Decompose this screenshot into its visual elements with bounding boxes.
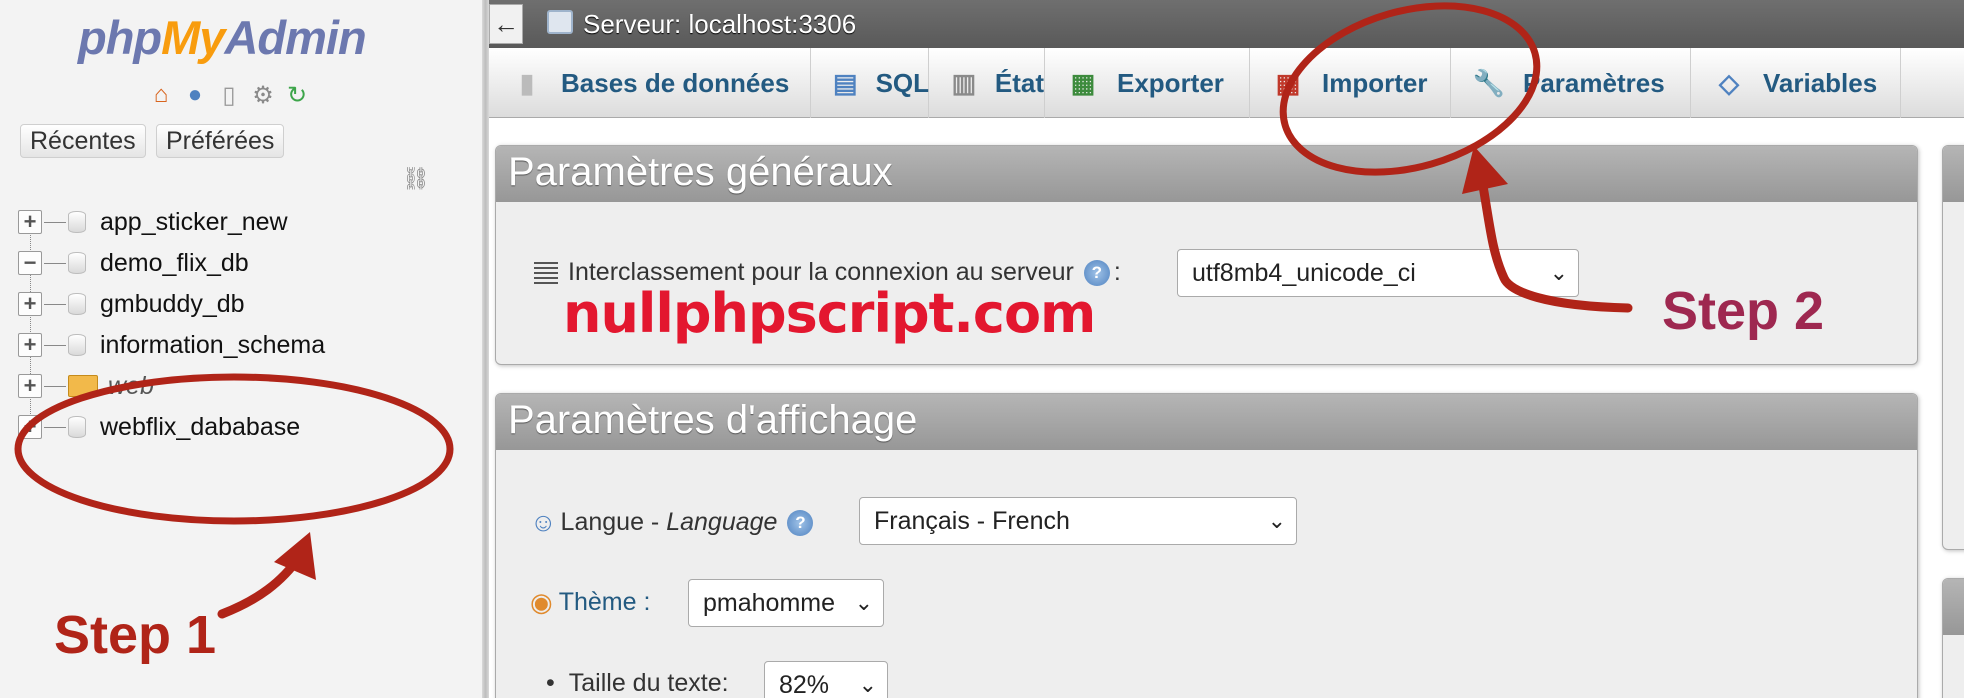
favorite-tables-button[interactable]: Préférées xyxy=(156,124,285,158)
palette-icon: ◉ xyxy=(530,587,553,617)
database-icon xyxy=(68,293,86,315)
folder-icon xyxy=(68,375,98,397)
database-icon xyxy=(68,211,86,233)
reload-icon[interactable]: ↻ xyxy=(282,80,312,110)
tab-settings[interactable]: 🔧 Paramètres xyxy=(1451,48,1691,118)
tab-more[interactable] xyxy=(1901,48,1964,118)
watermark: nullphpscript.com xyxy=(563,282,1096,345)
expand-icon[interactable]: + xyxy=(18,292,42,316)
server-breadcrumb-bar: ← Serveur: localhost:3306 xyxy=(489,0,1964,48)
tab-sql[interactable]: ▤ SQL xyxy=(811,48,929,118)
collation-select[interactable]: utf8mb4_unicode_ci ⌄ xyxy=(1177,249,1579,297)
navigation-resizer[interactable] xyxy=(482,0,489,698)
tab-variables[interactable]: ◇ Variables xyxy=(1691,48,1901,118)
nav-icon-bar: ⌂ ● ▯ ⚙ ↻ xyxy=(146,80,312,110)
chevron-down-icon: ⌄ xyxy=(1549,260,1568,285)
chevron-down-icon: ⌄ xyxy=(854,590,873,615)
language-select[interactable]: Français - French ⌄ xyxy=(859,497,1297,545)
status-icon: ▥ xyxy=(951,67,977,98)
general-settings-title: Paramètres généraux xyxy=(496,146,1917,202)
database-icon: ▮ xyxy=(519,67,535,98)
expand-icon[interactable]: + xyxy=(18,415,42,439)
collapse-navigation-button[interactable]: ← xyxy=(489,4,523,44)
display-settings-title: Paramètres d'affichage xyxy=(496,394,1917,450)
help-icon[interactable]: ? xyxy=(787,509,814,536)
wrench-icon: 🔧 xyxy=(1472,67,1506,98)
import-icon: ▦ xyxy=(1275,67,1301,98)
tab-databases[interactable]: ▮ Bases de données xyxy=(489,48,811,118)
font-size-select[interactable]: 82% ⌄ xyxy=(764,661,888,698)
language-row: ☺ Langue - Language ? xyxy=(530,507,817,538)
database-name[interactable]: webflix_dababase xyxy=(100,413,300,442)
recent-tables-button[interactable]: Récentes xyxy=(20,124,146,158)
theme-select[interactable]: pmahomme ⌄ xyxy=(688,579,884,627)
variables-icon: ◇ xyxy=(1719,67,1739,98)
tab-status[interactable]: ▥ État xyxy=(929,48,1045,118)
server-icon xyxy=(547,10,573,34)
database-name[interactable]: app_sticker_new xyxy=(100,208,288,237)
right-panel-partial-lower xyxy=(1942,578,1964,698)
list-icon xyxy=(534,261,558,284)
main-tabs: ▮ Bases de données ▤ SQL ▥ État ▦ Export… xyxy=(489,48,1964,118)
display-settings-panel: Paramètres d'affichage ☺ Langue - Langua… xyxy=(495,393,1918,698)
tree-item-app-sticker-new[interactable]: + app_sticker_new xyxy=(18,202,288,242)
navigation-panel: phpMyAdmin ⌂ ● ▯ ⚙ ↻ Récentes Préférées … xyxy=(0,0,482,698)
tree-item-information-schema[interactable]: + information_schema xyxy=(18,325,325,365)
font-size-label: Taille du texte: xyxy=(568,669,729,697)
right-panel-partial xyxy=(1942,145,1964,550)
phpmyadmin-logo[interactable]: phpMyAdmin xyxy=(78,10,367,65)
documentation-icon[interactable]: ▯ xyxy=(214,80,244,110)
gear-icon[interactable]: ⚙ xyxy=(248,80,278,110)
sql-icon: ▤ xyxy=(833,67,858,98)
chevron-down-icon: ⌄ xyxy=(1267,508,1286,533)
link-icon[interactable]: ⛓ xyxy=(402,166,430,192)
export-icon: ▦ xyxy=(1070,67,1096,98)
tree-item-webflix-dababase[interactable]: + webflix_dababase xyxy=(18,407,300,447)
step2-label: Step 2 xyxy=(1662,281,1825,341)
database-name[interactable]: information_schema xyxy=(100,331,325,360)
tree-item-gmbuddy-db[interactable]: + gmbuddy_db xyxy=(18,284,245,324)
database-icon xyxy=(68,416,86,438)
collapse-icon[interactable]: − xyxy=(18,251,42,275)
help-icon[interactable]: ● xyxy=(180,80,210,110)
server-breadcrumb[interactable]: Serveur: localhost:3306 xyxy=(583,9,856,40)
theme-row: ◉ Thème : xyxy=(530,587,650,618)
step1-label: Step 1 xyxy=(54,605,217,665)
chevron-down-icon: ⌄ xyxy=(858,672,877,697)
database-group-name[interactable]: web xyxy=(108,372,154,401)
database-name[interactable]: gmbuddy_db xyxy=(100,290,245,319)
language-icon: ☺ xyxy=(530,507,557,537)
expand-icon[interactable]: + xyxy=(18,374,42,398)
tab-export[interactable]: ▦ Exporter xyxy=(1045,48,1250,118)
database-icon xyxy=(68,334,86,356)
expand-icon[interactable]: + xyxy=(18,333,42,357)
expand-icon[interactable]: + xyxy=(18,210,42,234)
tab-import[interactable]: ▦ Importer xyxy=(1250,48,1451,118)
font-size-row: • Taille du texte: xyxy=(546,669,729,697)
database-name[interactable]: demo_flix_db xyxy=(100,249,249,278)
tree-item-demo-flix-db[interactable]: − demo_flix_db xyxy=(18,243,249,283)
theme-link[interactable]: Thème : xyxy=(559,588,651,617)
tree-item-web[interactable]: + web xyxy=(18,366,154,406)
home-icon[interactable]: ⌂ xyxy=(146,80,176,110)
database-icon xyxy=(68,252,86,274)
